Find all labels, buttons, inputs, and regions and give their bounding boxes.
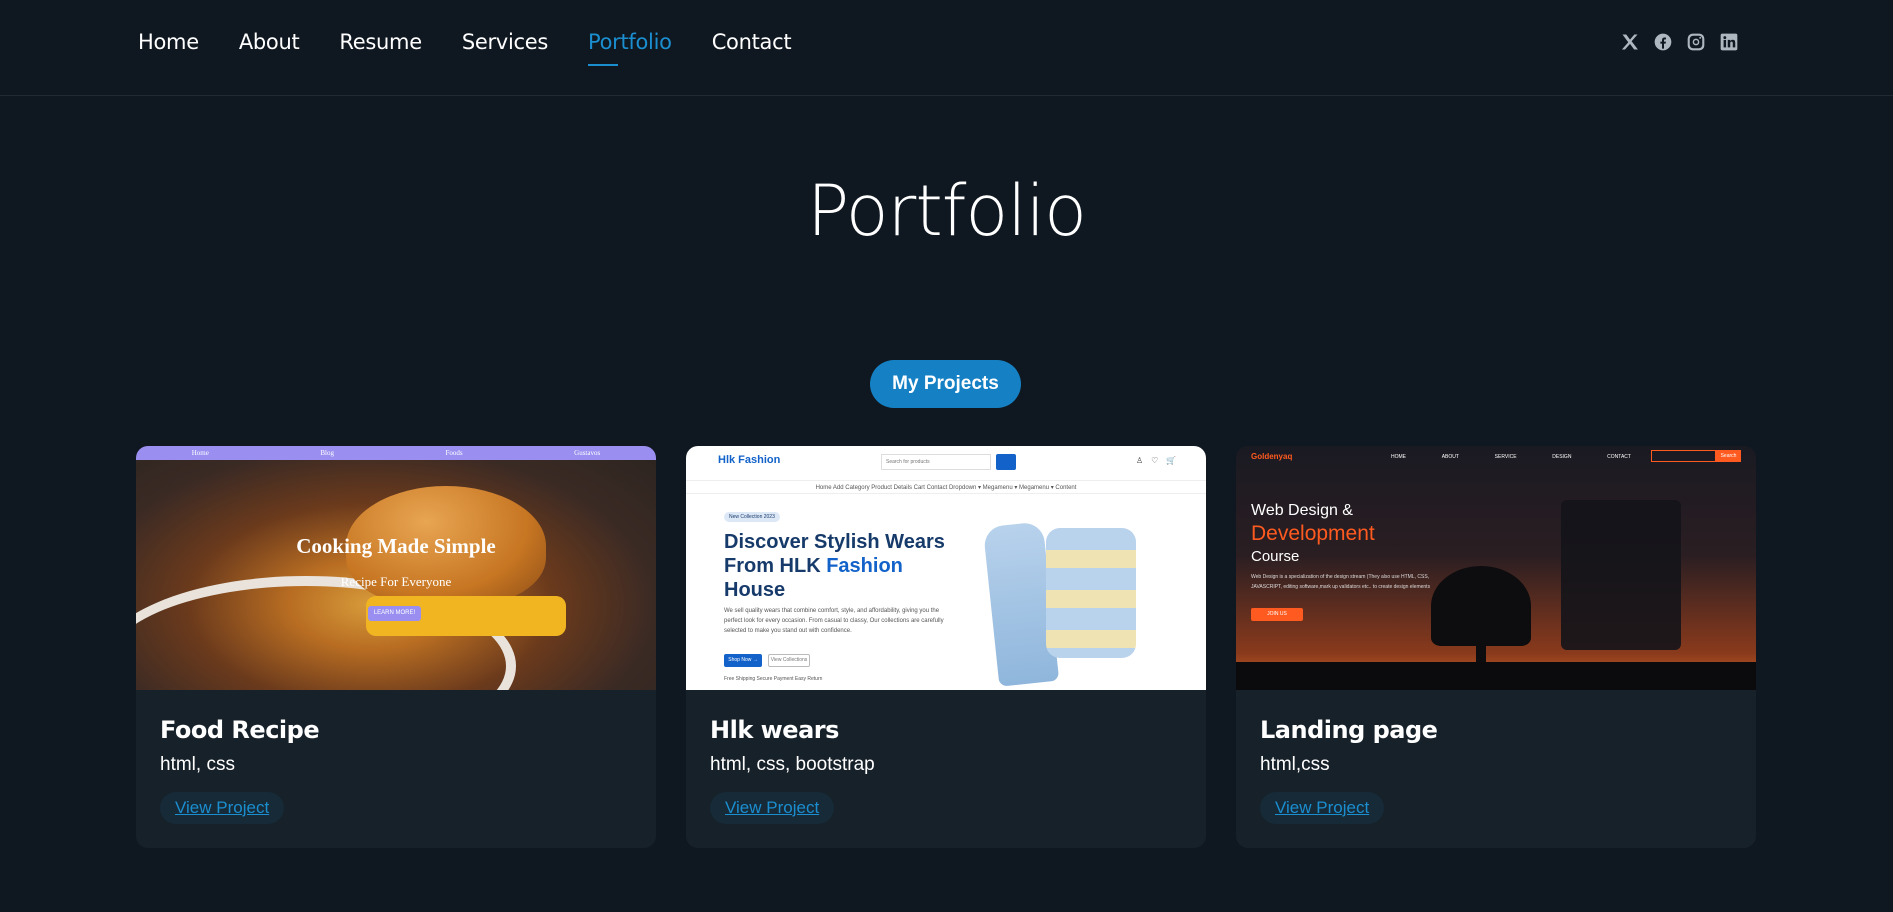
thumb-nav: Home Blog Foods Gustavos	[136, 446, 656, 460]
thumb-nav-item: Home	[191, 449, 209, 457]
project-title: Hlk wears	[710, 716, 839, 744]
social-links	[1620, 32, 1739, 52]
thumb-subtitle: Recipe For Everyone	[340, 574, 452, 589]
project-tech: html, css, bootstrap	[710, 754, 875, 775]
project-card-food-recipe: Home Blog Foods Gustavos Cooking Made Si…	[136, 446, 656, 848]
thumb-line-1: Web Design &	[1251, 502, 1353, 519]
thumb-join-button: JOIN US	[1251, 608, 1303, 621]
card-body: Hlk wears html, css, bootstrap View Proj…	[686, 690, 1206, 848]
thumb-button: LEARN MORE!	[368, 606, 421, 621]
thumb-nav-item: HOME	[1391, 454, 1406, 460]
thumb-search-icon	[996, 454, 1016, 470]
view-project-link[interactable]: View Project	[710, 792, 835, 824]
page-title: Portfolio	[807, 170, 1087, 252]
card-body: Food Recipe html, css View Project	[136, 690, 656, 848]
main-nav: Home About Resume Services Portfolio Con…	[138, 30, 792, 66]
my-projects-button[interactable]: My Projects	[870, 360, 1021, 408]
thumb-line-2: Development	[1251, 522, 1375, 545]
nav-about[interactable]: About	[239, 30, 300, 66]
linkedin-icon[interactable]	[1719, 32, 1739, 52]
thumb-description: Web Design is a specialization of the de…	[1251, 574, 1431, 590]
thumb-nav-item: SERVICE	[1494, 454, 1517, 460]
view-project-link[interactable]: View Project	[1260, 792, 1385, 824]
thumb-login-panel	[1561, 500, 1681, 650]
thumb-search	[1651, 450, 1716, 462]
project-tech: html,css	[1260, 754, 1330, 775]
project-thumbnail[interactable]: Home Blog Foods Gustavos Cooking Made Si…	[136, 446, 656, 690]
thumb-brand: Goldenyaq	[1251, 452, 1293, 461]
project-title: Food Recipe	[160, 716, 320, 744]
thumb-nav-item: Blog	[320, 449, 334, 457]
thumb-brand: Hlk Fashion	[718, 454, 781, 466]
facebook-icon[interactable]	[1653, 32, 1673, 52]
nav-portfolio[interactable]: Portfolio	[587, 30, 672, 66]
thumb-search: Search for products	[881, 454, 991, 470]
thumb-features: Free Shipping Secure Payment Easy Return	[724, 676, 823, 682]
project-card-hlk-wears: Hlk Fashion Search for products ♙♡🛒 Home…	[686, 446, 1206, 848]
x-icon[interactable]	[1620, 32, 1640, 52]
thumb-tag: New Collection 2023	[724, 512, 780, 522]
thumb-menu: Home Add Category Product Details Cart C…	[686, 480, 1206, 494]
instagram-icon[interactable]	[1686, 32, 1706, 52]
sweater-image	[1046, 528, 1136, 658]
thumb-search-button: Search	[1716, 450, 1741, 462]
nav-home[interactable]: Home	[138, 30, 199, 66]
thumb-shop-button: Shop Now →	[724, 654, 762, 667]
card-body: Landing page html,css View Project	[1236, 690, 1756, 848]
thumb-nav-item: Foods	[445, 449, 463, 457]
project-card-landing-page: Goldenyaq HOME ABOUT SERVICE DESIGN CONT…	[1236, 446, 1756, 848]
ground-image	[1236, 662, 1756, 690]
thumb-description: We sell quality wears that combine comfo…	[724, 608, 944, 634]
thumb-collections-button: View Collections	[768, 654, 810, 667]
project-thumbnail[interactable]: Goldenyaq HOME ABOUT SERVICE DESIGN CONT…	[1236, 446, 1756, 690]
nav-services[interactable]: Services	[462, 30, 548, 66]
thumb-nav-item: Gustavos	[574, 449, 601, 457]
thumb-headline: Discover Stylish Wears From HLK Fashion …	[724, 531, 945, 601]
project-tech: html, css	[160, 754, 235, 775]
thumb-nav-item: ABOUT	[1441, 454, 1459, 460]
thumb-cart-icons: ♙♡🛒	[1136, 456, 1185, 465]
thumb-nav: HOME ABOUT SERVICE DESIGN CONTACT	[1391, 454, 1631, 460]
thumb-headline: Cooking Made Simple	[296, 534, 496, 558]
nav-contact[interactable]: Contact	[712, 30, 792, 66]
thumb-nav-item: CONTACT	[1607, 454, 1631, 460]
thumb-line-3: Course	[1251, 548, 1300, 565]
view-project-link[interactable]: View Project	[160, 792, 285, 824]
nav-resume[interactable]: Resume	[339, 30, 422, 66]
project-thumbnail[interactable]: Hlk Fashion Search for products ♙♡🛒 Home…	[686, 446, 1206, 690]
site-header: Home About Resume Services Portfolio Con…	[0, 0, 1893, 96]
project-title: Landing page	[1260, 716, 1438, 744]
thumb-nav-item: DESIGN	[1552, 454, 1572, 460]
tree-trunk-image	[1476, 626, 1486, 666]
